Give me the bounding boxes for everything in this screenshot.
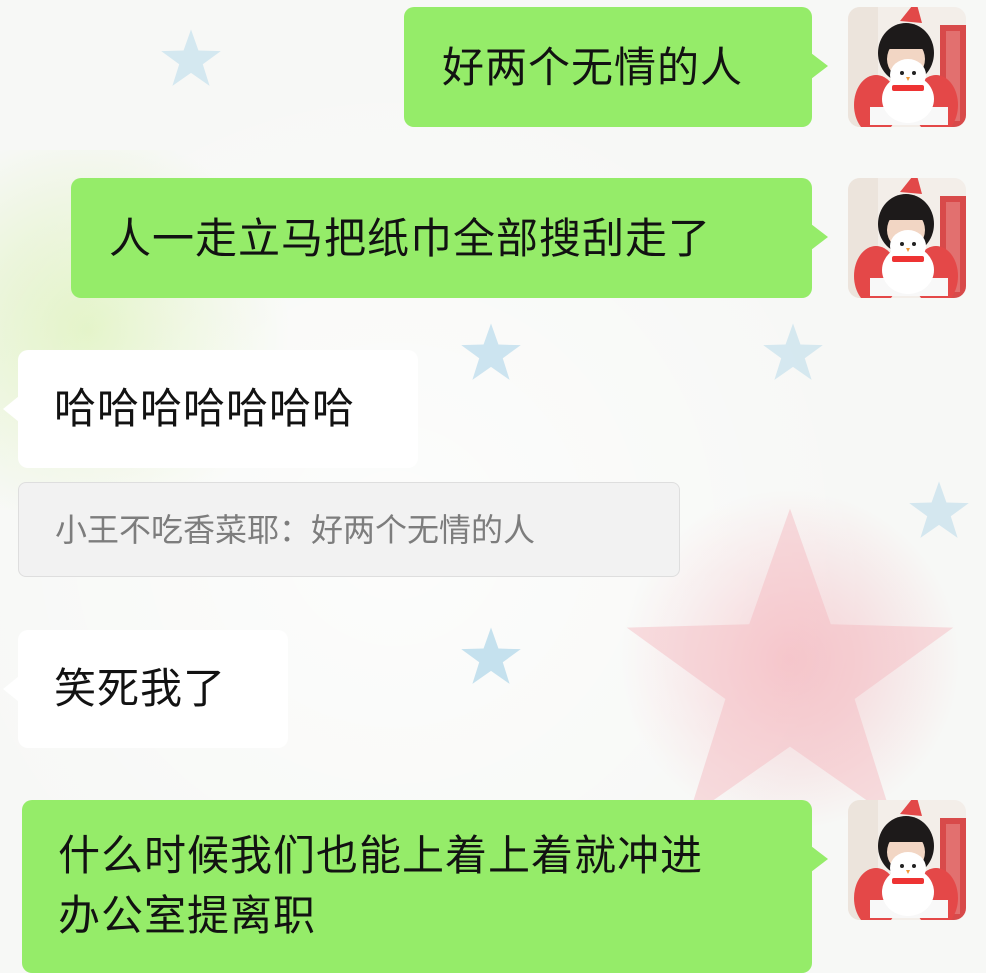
quoted-message[interactable]: 小王不吃香菜耶：好两个无情的人 xyxy=(18,482,680,577)
message-bubble-sent[interactable]: 好两个无情的人 xyxy=(404,7,828,127)
message-bubble-sent[interactable]: 人一走立马把纸巾全部搜刮走了 xyxy=(71,178,828,298)
quoted-separator: ： xyxy=(279,511,312,549)
quoted-text: 好两个无情的人 xyxy=(311,511,536,549)
message-text: 好两个无情的人 xyxy=(442,43,744,92)
message-text-line: 什么时候我们也能上着上着就冲进 xyxy=(58,831,704,880)
message-text: 哈哈哈哈哈哈哈 xyxy=(54,384,356,433)
quoted-author: 小王不吃香菜耶 xyxy=(55,511,280,549)
background-star-icon xyxy=(762,322,824,382)
background-star-icon xyxy=(460,626,522,686)
message-bubble-received[interactable]: 哈哈哈哈哈哈哈 xyxy=(3,350,418,468)
message-text: 人一走立马把纸巾全部搜刮走了 xyxy=(109,214,712,263)
message-bubble-received[interactable]: 笑死我了 xyxy=(3,630,288,748)
message-bubble-sent[interactable]: 什么时候我们也能上着上着就冲进 办公室提离职 xyxy=(22,800,828,973)
background-star-icon xyxy=(160,28,222,88)
user-avatar-icon[interactable] xyxy=(848,800,966,920)
background-star-icon xyxy=(460,322,522,382)
message-text: 笑死我了 xyxy=(54,664,227,713)
user-avatar-icon[interactable] xyxy=(848,178,966,298)
message-text-line: 办公室提离职 xyxy=(58,891,317,940)
user-avatar-icon[interactable] xyxy=(848,7,966,127)
